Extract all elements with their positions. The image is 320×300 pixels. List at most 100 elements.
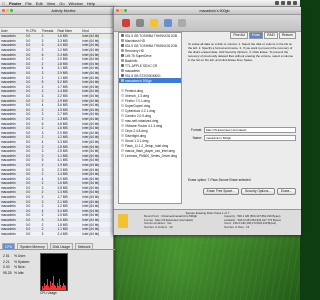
tab-system-memory[interactable]: System Memory [17,243,48,249]
menu-item[interactable]: Help [87,1,95,6]
cpu-panel: 2.51 % User: 2.21 % System: 0.00 % Nice: 95… [0,250,113,300]
table-cell: 3 [40,231,57,237]
disk-list-item[interactable]: Lexmark_PM600_Series_Driver.dmg [119,153,181,158]
close-window-icon[interactable] [2,9,5,12]
disk-icon [121,54,124,57]
action-button[interactable]: Erase... [277,188,296,195]
cpu-stat-label: % User: [13,254,26,258]
disk-list-label: Cyberduck 4.2.1.dmg [125,108,156,113]
disk-list-label: BackInfo [125,58,138,63]
disk-list-label: 931.5 GB TOSHIBA THNSNC512GB [125,33,178,38]
name-field[interactable]: macadmin's 500gb [204,135,296,141]
am-tabbar: CPU System Memory Disk Usage Network [0,243,115,250]
am-titlebar: Activity Monitor [0,7,113,15]
fw-toolbar [114,15,301,32]
eject-icon[interactable] [178,19,186,27]
disk-list-label: VMware Fusion 4.1.3.dmg [125,123,163,128]
drive-icon [118,214,128,228]
disk-icon [121,119,124,122]
action-button[interactable]: Security Options... [240,188,276,195]
cpu-usage-graph [40,253,68,291]
apple-icon[interactable]:  [2,1,5,6]
erase-instructions: To erase all data on a disk or volume: 1… [188,42,294,62]
tab-erase[interactable]: Erase [248,32,264,39]
tab-cpu[interactable]: CPU [2,243,16,249]
menu-item[interactable]: Go [59,1,64,6]
disk-list-label: macos_flash_player_osx_intel.dmg [125,148,175,153]
minimize-window-icon[interactable] [6,9,9,12]
disk-list-label: macadmin [125,68,140,73]
tab-raid[interactable]: RAID [264,32,278,39]
disk-list-label: Recovery HD [125,48,144,53]
disk-icon [121,144,124,147]
action-button[interactable]: Erase Free Space... [202,188,239,195]
disk-info-bar: Secure Erasing Disk: Pass 1 of 7 Mount P… [114,209,301,235]
info-value: 10 [169,224,173,229]
disk-icon [121,124,124,127]
minimize-window-icon[interactable] [120,9,123,12]
erase-panel: First Aid Erase RAID Restore To erase all d… [184,32,298,202]
wifi-icon[interactable] [281,1,285,5]
disk-list-label: Pentest.dmg [125,88,143,93]
volume-icon[interactable] [287,1,291,5]
info-key: Number of Folders : [144,224,170,229]
disk-list-label: SuperDuper!.dmg [125,103,151,108]
tab-first-aid[interactable]: First Aid [230,32,248,39]
menu-item[interactable]: View [47,1,56,6]
tab-network[interactable]: Network [75,243,94,249]
disk-list-label: Camino 2.0.9.dmg [125,113,152,118]
disk-list-item[interactable]: 931.5 GB TOSHIBA THNSNC512GB [119,43,181,48]
disk-icon [121,44,124,47]
disk-icon [121,34,124,37]
disk-list-label: Silverlight.dmg [125,133,146,138]
disk-icon [121,139,124,142]
disk-list-item[interactable]: 931.5 GB TOSHIBA THNSNC512GB [119,33,181,38]
disk-list-label: Onyx 2.4.8.dmg [125,128,148,133]
cpu-usage-label: CPU Usage [40,291,57,295]
disk-list-label: 149.75 SuperDrive [125,53,152,58]
zoom-window-icon[interactable] [10,9,13,12]
disk-icon [121,89,124,92]
cpu-stat-row: 95.28 % Idle: [3,271,30,277]
disk-list-label: mac-self-notarized.dmg [125,118,159,123]
menu-item[interactable]: File [25,1,31,6]
table-row[interactable]: macadmin 0.0 3 2.4 MB Intel (64 bit) [0,231,113,237]
disk-list-label: Growl 1.3.1.dmg [125,138,149,143]
table-cell: 2.4 MB [56,231,82,237]
menu-app-name[interactable]: Finder [9,1,21,6]
cpu-stat-label: % Idle: [13,270,25,275]
info-key: Number of Files : [224,224,247,229]
disk-icon [121,74,124,77]
zoom-window-icon[interactable] [124,9,127,12]
menu-bar:  Finder File Edit ViewGo Window Help [0,0,300,7]
disk-icon [121,79,124,82]
disk-icon [121,64,124,67]
mount-icon[interactable] [164,19,172,27]
disk-icon [121,49,124,52]
disk-icon [121,114,124,117]
tab-restore[interactable]: Restore [278,32,296,39]
status-icon[interactable] [275,1,279,5]
table-cell: macadmin [0,231,25,237]
disk-icon [121,104,124,107]
format-select[interactable]: Mac OS Extended (Journaled) [204,127,296,133]
menu-item[interactable]: Window [69,1,83,6]
disk-list: 931.5 GB TOSHIBA THNSNC512GB Macintosh HD… [118,32,182,204]
fw-titlebar: macadmin's 500gb [114,7,301,15]
spotlight-icon[interactable] [293,1,297,5]
disk-list-item[interactable]: macos_flash_player_osx_intel.dmg [119,148,181,153]
disk-list-label: Flash_11.1.2_Setup_Intel.dmg [125,143,169,148]
info-icon[interactable] [150,19,158,27]
disk-icon [121,69,124,72]
fw-title: macadmin's 500gb [199,8,230,13]
tab-disk-usage[interactable]: Disk Usage [49,243,74,249]
menu-item[interactable]: Edit [36,1,43,6]
table-cell: 0.0 [24,231,41,237]
disk-icon [121,149,124,152]
burn-icon[interactable] [122,19,130,27]
disk-list-label: Firefox 7.0.1.dmg [125,98,150,103]
close-window-icon[interactable] [116,9,119,12]
info-row: Number of Folders : 10 [144,224,197,230]
disk-icon [121,154,124,157]
verify-icon[interactable] [136,19,144,27]
